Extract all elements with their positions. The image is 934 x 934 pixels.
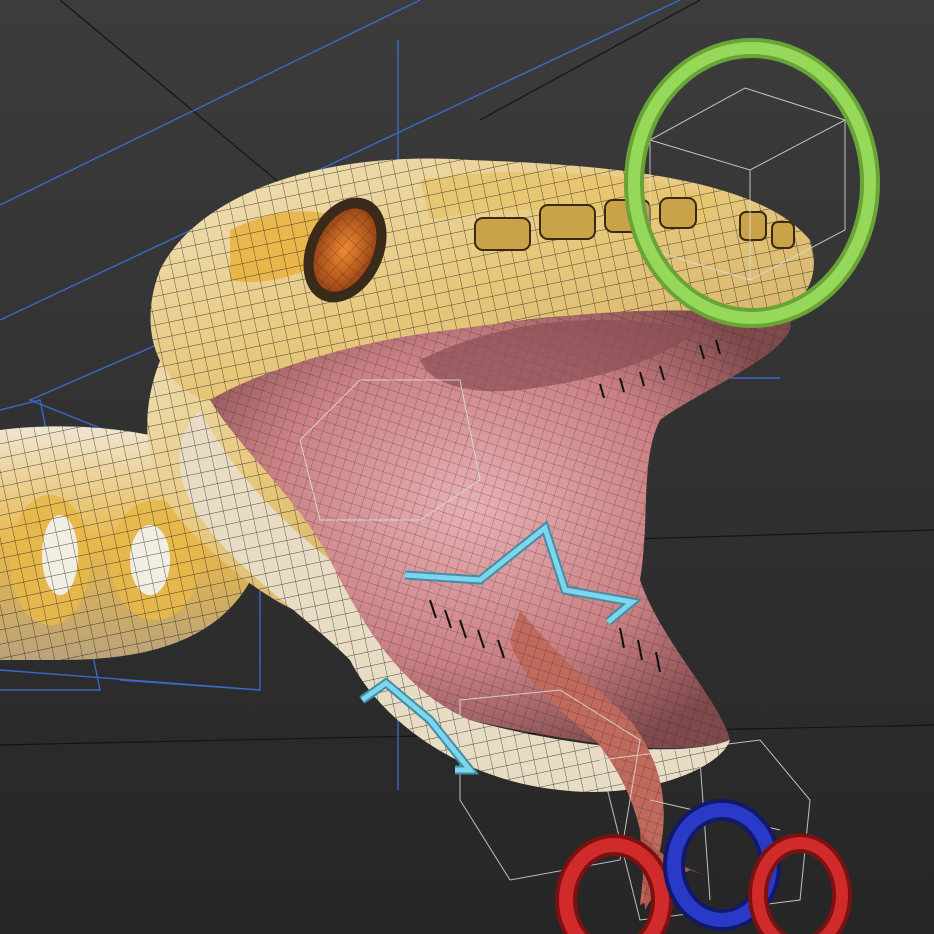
3d-viewport[interactable] <box>0 0 934 934</box>
